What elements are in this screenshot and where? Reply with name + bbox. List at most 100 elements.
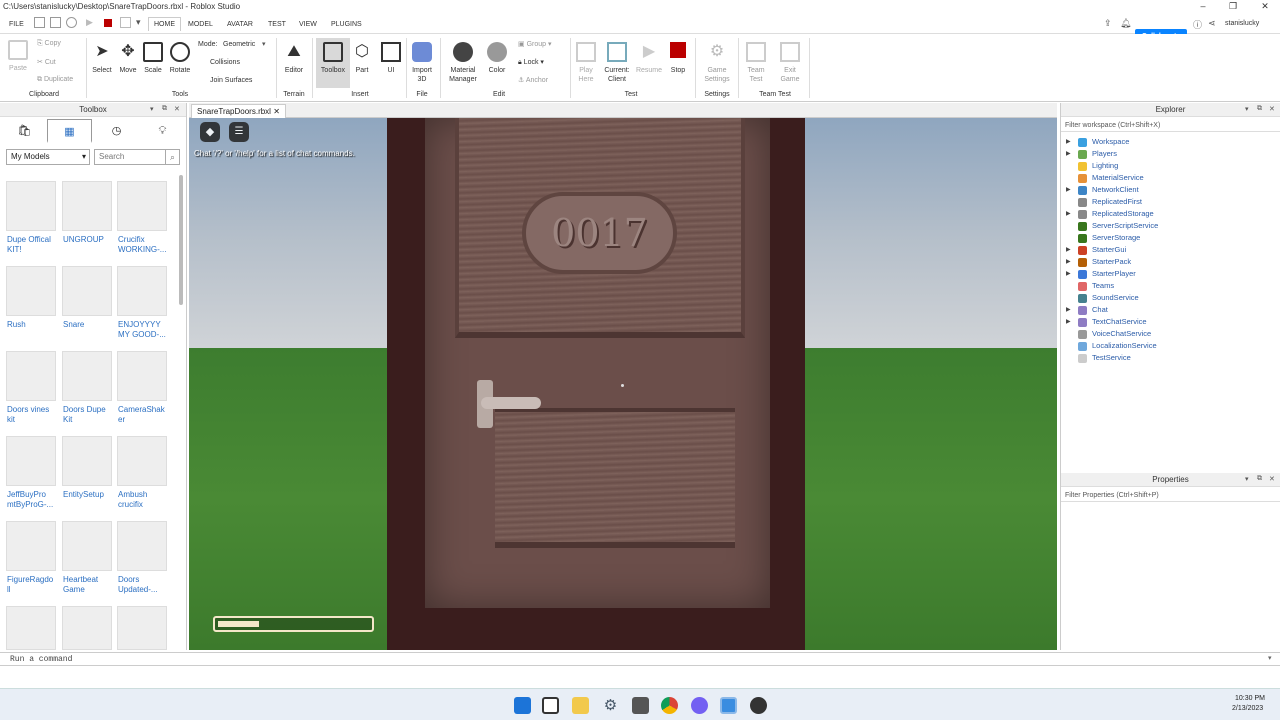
tab-test[interactable]: TEST [263, 18, 291, 32]
expand-arrow-icon[interactable]: ▶ [1066, 244, 1071, 256]
toolbox-item-label[interactable]: Heartbeat Game [63, 575, 119, 595]
explorer-item[interactable]: ServerScriptService [1061, 220, 1280, 232]
toolbox-item-thumbnail[interactable] [62, 606, 112, 650]
toolbox-item-label[interactable]: CameraShak er [118, 405, 174, 425]
tab-model[interactable]: MODEL [183, 18, 218, 32]
expand-arrow-icon[interactable]: ▶ [1066, 136, 1071, 148]
toolbox-button[interactable]: Toolbox [316, 38, 350, 88]
join-surfaces-toggle[interactable]: Join Surfaces [210, 77, 252, 84]
command-input[interactable]: Run a command [10, 655, 72, 664]
toolbox-item-thumbnail[interactable] [62, 351, 112, 401]
lock-button[interactable]: 🔒︎ Lock ▾ [518, 58, 544, 67]
toolbox-item-label[interactable]: UNGROUP [63, 235, 119, 245]
chrome-icon[interactable] [661, 697, 678, 714]
clock-time[interactable]: 10:30 PM [1235, 695, 1265, 702]
toolbox-item-label[interactable]: Doors Updated-... [118, 575, 174, 595]
toolbox-item-thumbnail[interactable] [6, 181, 56, 231]
move-button[interactable]: ✥ Move [116, 42, 140, 75]
explorer-item[interactable]: ▶ StarterPlayer [1061, 268, 1280, 280]
toolbox-item-thumbnail[interactable] [117, 181, 167, 231]
current-client-button[interactable]: Current: Client [602, 42, 632, 84]
document-tab[interactable]: SnareTrapDoors.rbxl ✕ [191, 104, 286, 118]
group-button[interactable]: ▣ Group ▾ [518, 40, 552, 48]
explorer-filter-input[interactable]: Filter workspace (Ctrl+Shift+X) [1061, 119, 1280, 132]
expand-arrow-icon[interactable]: ▶ [1066, 148, 1071, 160]
expand-arrow-icon[interactable]: ▶ [1066, 268, 1071, 280]
game-settings-button[interactable]: ⚙ Game Settings [701, 42, 733, 84]
toolbox-item-thumbnail[interactable] [6, 521, 56, 571]
paste-button[interactable]: Paste [5, 40, 31, 73]
explorer-item[interactable]: ServerStorage [1061, 232, 1280, 244]
toolbox-item-thumbnail[interactable] [6, 351, 56, 401]
explorer-item[interactable]: VoiceChatService [1061, 328, 1280, 340]
explorer-item[interactable]: Lighting [1061, 160, 1280, 172]
expand-arrow-icon[interactable]: ▶ [1066, 208, 1071, 220]
panel-chevron-down-icon[interactable]: ▾ [150, 105, 154, 113]
inventory-tab[interactable]: ▦ [47, 119, 92, 143]
toolbox-item-label[interactable]: Doors Dupe Kit [63, 405, 119, 425]
toolbox-item-thumbnail[interactable] [117, 521, 167, 571]
color-button[interactable]: Color [484, 42, 510, 75]
duplicate-button[interactable]: ⧉ Duplicate [37, 76, 73, 84]
undock-icon[interactable]: ⧉ [1257, 475, 1262, 483]
ui-button[interactable]: UI [380, 42, 402, 75]
username[interactable]: stanislucky [1225, 20, 1259, 27]
play-icon[interactable]: ▶ [86, 17, 97, 28]
play-here-button[interactable]: Play Here [574, 42, 598, 84]
resume-button[interactable]: ▶ Resume [634, 42, 664, 75]
stop-icon[interactable] [104, 19, 112, 27]
part-button[interactable]: ⬡ Part [352, 42, 372, 75]
toolbox-item-label[interactable]: Rush [7, 320, 63, 330]
tab-view[interactable]: VIEW [294, 18, 322, 32]
scale-button[interactable]: Scale [141, 42, 165, 75]
explorer-item[interactable]: ▶ Players [1061, 148, 1280, 160]
help-icon[interactable]: ⓘ [1193, 18, 1202, 31]
collisions-toggle[interactable]: Collisions [210, 59, 240, 66]
rotate-button[interactable]: Rotate [167, 42, 193, 75]
undock-icon[interactable]: ⧉ [1257, 105, 1262, 113]
stop-button[interactable]: Stop [666, 42, 690, 75]
explorer-item[interactable]: ▶ Chat [1061, 304, 1280, 316]
toolbox-item-label[interactable]: Crucifix WORKING-... [118, 235, 174, 255]
toolbox-item-thumbnail[interactable] [62, 266, 112, 316]
toolbox-item-thumbnail[interactable] [6, 606, 56, 650]
panel-close-icon[interactable]: ✕ [174, 105, 180, 113]
tab-plugins[interactable]: PLUGINS [326, 18, 367, 32]
toolbox-item-label[interactable]: JeffBuyPro mtByProG-... [7, 490, 63, 510]
search-icon[interactable]: ⌕ [165, 149, 180, 165]
panel-chevron-down-icon[interactable]: ▾ [1245, 105, 1249, 113]
toolbox-item-label[interactable]: Snare [63, 320, 119, 330]
expand-arrow-icon[interactable]: ▶ [1066, 316, 1071, 328]
toolbox-item-label[interactable]: ENJOYYYY MY GOOD-... [118, 320, 174, 340]
explorer-item[interactable]: ▶ ReplicatedStorage [1061, 208, 1280, 220]
anchor-button[interactable]: ⚓︎ Anchor [518, 76, 548, 84]
properties-filter-input[interactable]: Filter Properties (Ctrl+Shift+P) [1061, 489, 1280, 502]
select-button[interactable]: ➤ Select [90, 42, 114, 75]
panel-chevron-down-icon[interactable]: ▾ [1245, 475, 1249, 483]
share-icon[interactable]: ⇪ [1104, 18, 1112, 29]
explorer-item[interactable]: ▶ NetworkClient [1061, 184, 1280, 196]
recent-tab[interactable]: ◷ [94, 119, 139, 143]
explorer-item[interactable]: ReplicatedFirst [1061, 196, 1280, 208]
toolbox-item-thumbnail[interactable] [62, 181, 112, 231]
share-network-icon[interactable]: ⋖ [1208, 18, 1216, 29]
mode-select[interactable]: Geometric [223, 41, 255, 48]
explorer-item[interactable]: ▶ TextChatService [1061, 316, 1280, 328]
panel-close-icon[interactable]: ✕ [1269, 105, 1275, 113]
file-menu[interactable]: FILE [4, 18, 29, 32]
toolbox-item-thumbnail[interactable] [62, 521, 112, 571]
expand-arrow-icon[interactable]: ▶ [1066, 184, 1071, 196]
undo-icon[interactable] [66, 17, 77, 28]
tab-home[interactable]: HOME [148, 17, 181, 31]
close-button[interactable]: ✕ [1250, 1, 1280, 13]
notification-bell-icon[interactable]: 🔔︎ [1120, 18, 1131, 29]
settings-gear-icon[interactable]: ⚙ [602, 697, 619, 714]
new-file-icon[interactable] [34, 17, 45, 28]
calculator-icon[interactable] [632, 697, 649, 714]
task-view-icon[interactable] [542, 697, 559, 714]
viewport[interactable]: 0017 ◆ ☰ Chat '/?' or '/help' for a list… [189, 118, 1057, 650]
team-test-button[interactable]: Team Test [743, 42, 769, 84]
toolbox-item-thumbnail[interactable] [117, 351, 167, 401]
explorer-item[interactable]: ▶ Workspace [1061, 136, 1280, 148]
toolbox-item-label[interactable]: EntitySetup [63, 490, 119, 500]
